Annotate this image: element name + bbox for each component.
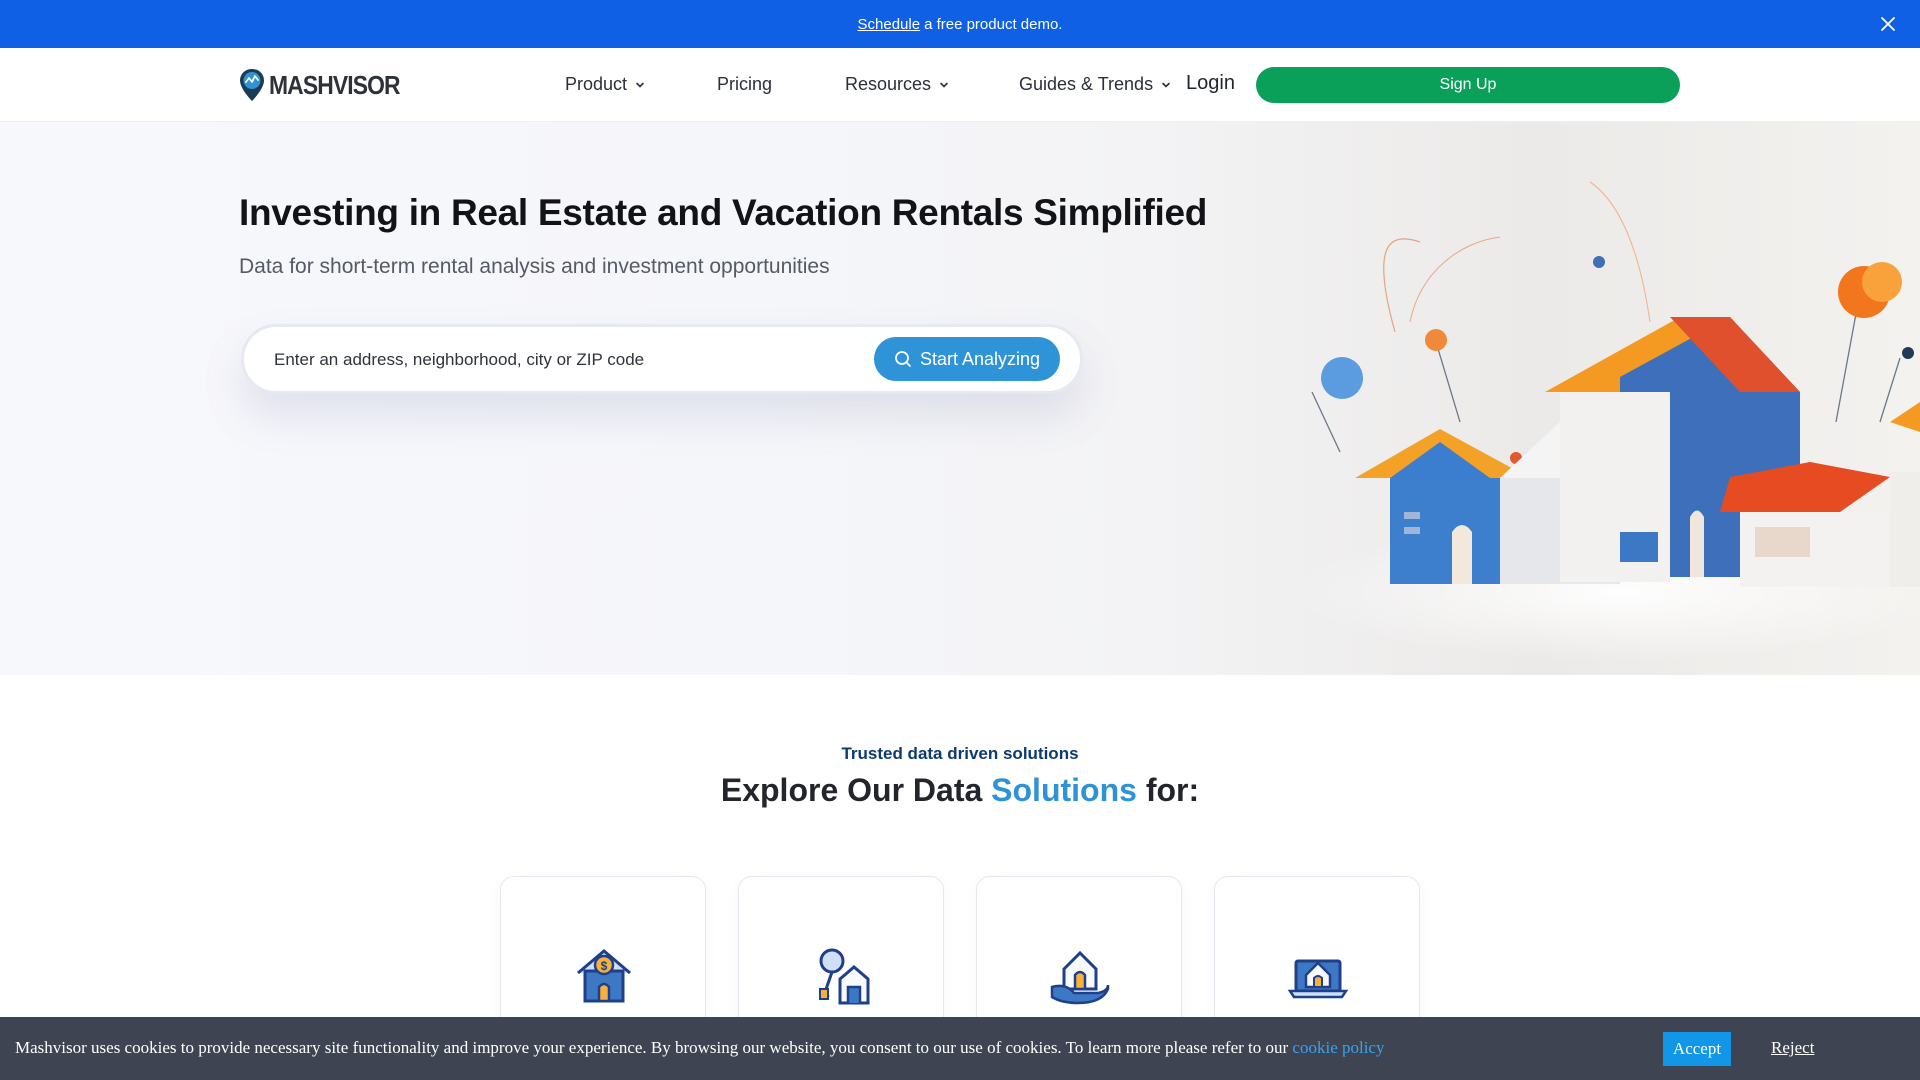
login-link[interactable]: Login [1186,72,1235,95]
houses-illustration [1290,181,1920,662]
accept-button[interactable]: Accept [1663,1032,1731,1066]
logo-pin-icon [240,69,264,101]
nav-item-product[interactable]: Product [565,74,645,95]
house-key-icon [819,948,870,1005]
solution-card[interactable] [1214,876,1420,1036]
chevron-down-icon [636,82,644,88]
solutions-title-prefix: Explore Our Data [720,772,992,808]
search-bar: Start Analyzing [241,324,1083,394]
reject-link[interactable]: Reject [1771,1038,1814,1058]
nav-item-pricing[interactable]: Pricing [717,74,772,95]
hero-section: Investing in Real Estate and Vacation Re… [0,122,1920,675]
page: Schedule a free product demo. MASHVISOR … [0,0,1920,1080]
start-analyzing-button[interactable]: Start Analyzing [874,337,1060,381]
solution-card[interactable] [976,876,1182,1036]
nav-item-label: Resources [845,74,932,94]
schedule-link[interactable]: Schedule [858,16,921,33]
hero-subtitle: Data for short-term rental analysis and … [239,255,830,278]
promo-banner: Schedule a free product demo. [0,0,1920,48]
search-input[interactable] [274,347,834,373]
logo[interactable]: MASHVISOR [239,68,417,102]
cookie-message: Mashvisor uses cookies to provide necess… [15,1038,1293,1057]
solutions-title-accent: Solutions [991,772,1137,808]
solution-card[interactable] [738,876,944,1036]
signup-button[interactable]: Sign Up [1256,67,1680,103]
cookie-policy-link[interactable]: cookie policy [1292,1038,1384,1057]
search-icon [895,351,911,367]
cookie-text: Mashvisor uses cookies to provide necess… [15,1038,1384,1058]
hero-title: Investing in Real Estate and Vacation Re… [239,192,1208,233]
top-nav: MASHVISOR Product Pricing Resources Guid… [0,48,1920,122]
svg-text:$: $ [601,959,608,973]
close-icon[interactable] [1876,12,1900,36]
laptop-house-icon [1287,959,1349,999]
start-analyzing-label: Start Analyzing [919,348,1041,369]
cookie-banner: Mashvisor uses cookies to provide necess… [0,1017,1920,1080]
solutions-title-suffix: for: [1136,772,1200,808]
chevron-down-icon [1162,82,1170,88]
logo-text: MASHVISOR [269,69,401,100]
solutions-title: Explore Our Data Solutions for: [0,772,1920,809]
nav-item-label: Guides & Trends [1019,74,1154,94]
solution-card[interactable]: $ [500,876,706,1036]
nav-item-guides-trends[interactable]: Guides & Trends [1019,74,1171,95]
nav-item-label: Product [565,74,628,94]
nav-item-label: Pricing [717,74,773,94]
chevron-down-icon [940,82,948,88]
solutions-kicker: Trusted data driven solutions [841,744,1079,763]
house-dollar-icon: $ [577,949,631,1003]
banner-text: a free product demo. [924,15,1063,33]
nav-item-resources[interactable]: Resources [845,74,949,95]
hand-house-icon [1050,950,1110,1005]
